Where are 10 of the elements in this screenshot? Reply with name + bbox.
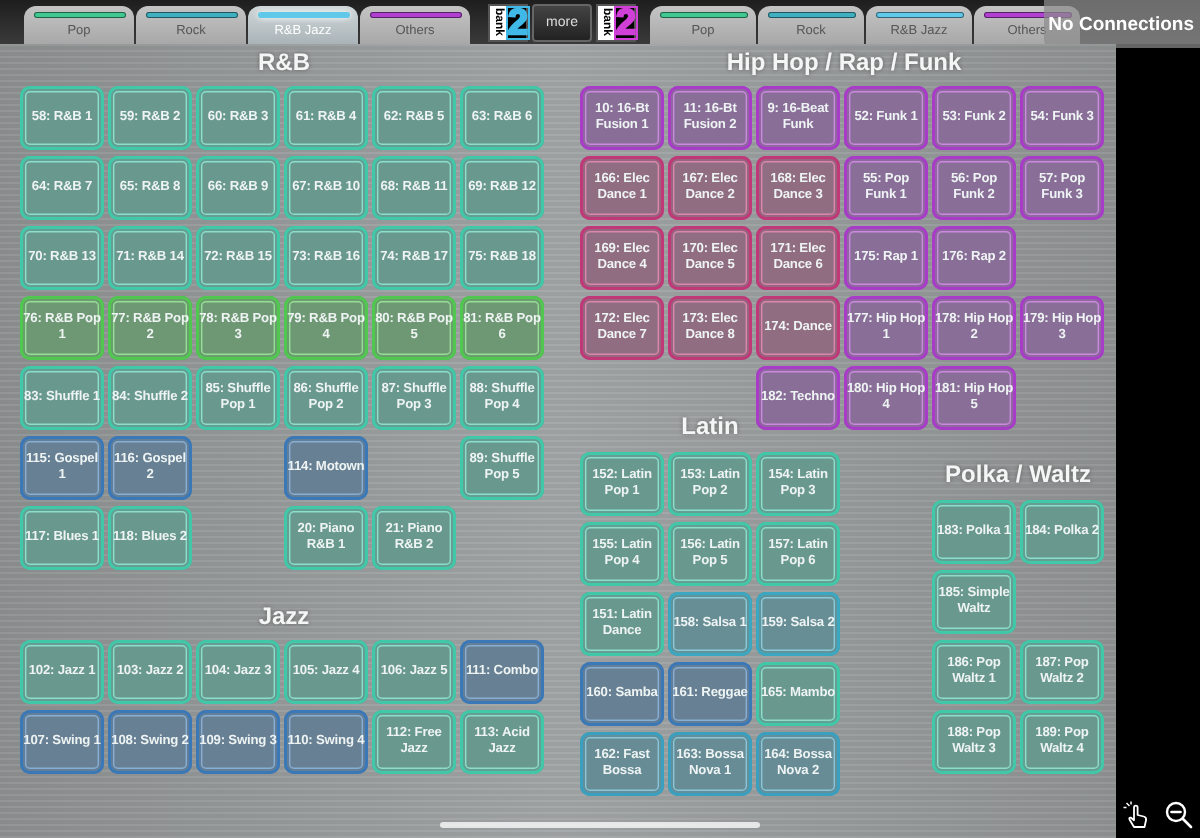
bank-number: 2 bbox=[506, 5, 531, 39]
section-title: R&B bbox=[256, 46, 312, 80]
section-title: Polka / Waltz bbox=[943, 458, 1093, 492]
connection-status: No Connections bbox=[1044, 0, 1200, 48]
hand-pointer-icon[interactable] bbox=[1122, 800, 1152, 830]
section-title: Jazz bbox=[256, 600, 312, 634]
zoom-out-icon[interactable] bbox=[1164, 800, 1194, 830]
bank-number: 2 bbox=[614, 5, 639, 39]
section-title: Latin bbox=[679, 410, 741, 444]
section-title: Hip Hop / Rap / Funk bbox=[724, 46, 964, 80]
